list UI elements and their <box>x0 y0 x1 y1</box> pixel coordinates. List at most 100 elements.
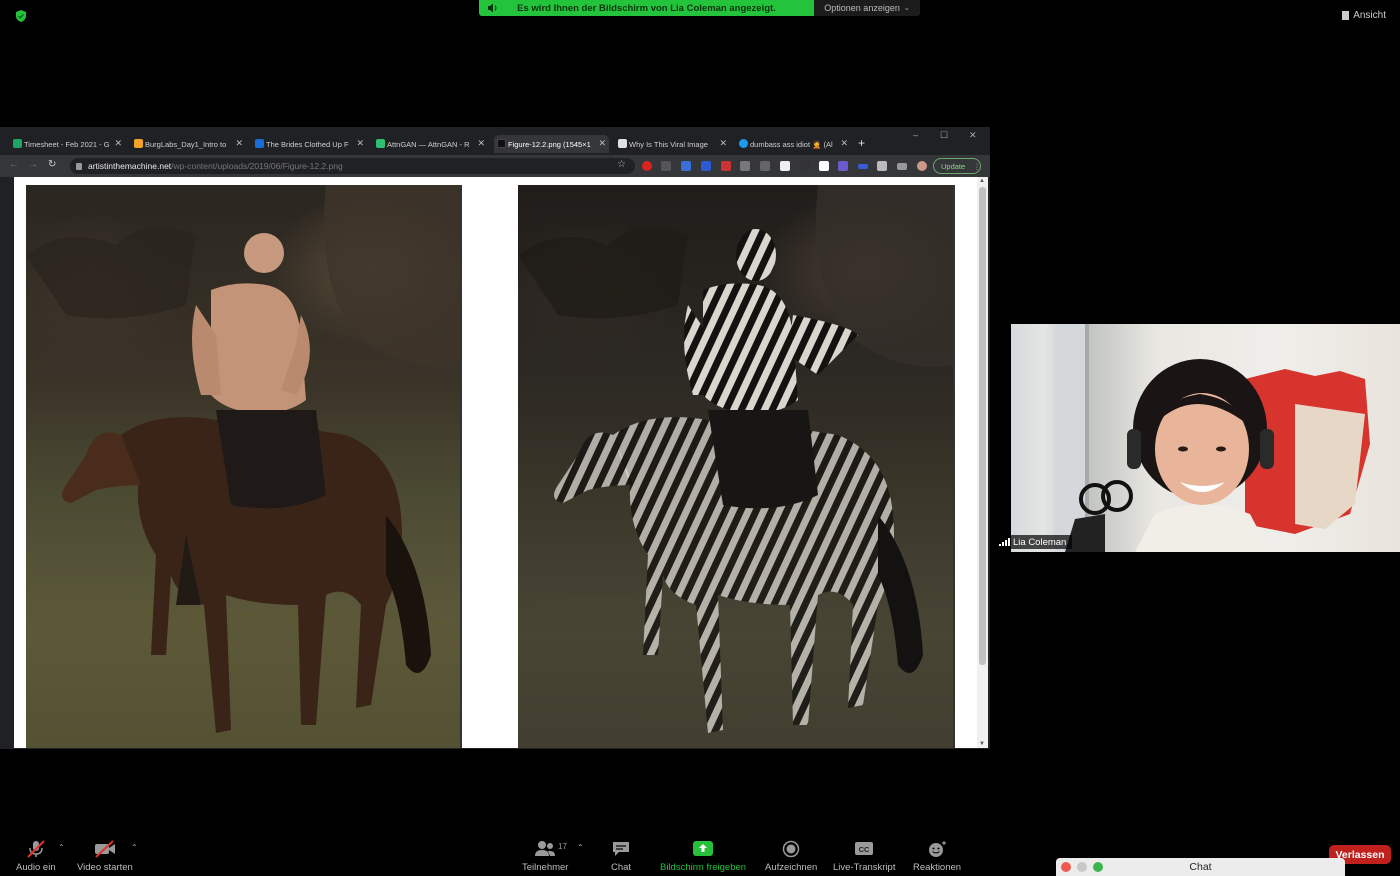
reactions-button[interactable]: Reaktionen <box>913 840 961 873</box>
record-button[interactable]: Aufzeichnen <box>765 840 817 873</box>
view-label: Ansicht <box>1353 10 1386 21</box>
video-options-caret-icon[interactable]: ⌃ <box>131 843 138 852</box>
close-window-icon[interactable]: ✕ <box>969 130 977 141</box>
zoom-window-dot-icon[interactable] <box>1093 862 1103 872</box>
browser-tab-active[interactable]: Figure-12.2.png (1545×1 ✕ <box>494 135 609 153</box>
extension-icon[interactable] <box>681 161 691 171</box>
shared-browser-window: Timesheet - Feb 2021 - G ✕ BurgLabs_Day1… <box>0 127 990 749</box>
audio-button[interactable]: Audio ein <box>16 840 56 873</box>
extension-icon[interactable] <box>819 161 829 171</box>
chat-window-title: Chat <box>1189 861 1212 873</box>
close-tab-icon[interactable]: ✕ <box>840 138 848 149</box>
address-bar[interactable]: artistinthemachine.net /wp-content/uploa… <box>70 158 635 174</box>
browser-tab[interactable]: dumbass ass idiot 🤦 (Al ✕ <box>736 135 851 153</box>
maximize-icon[interactable]: ☐ <box>940 130 948 141</box>
image-viewer-page <box>14 177 977 748</box>
camera-off-icon <box>94 840 115 858</box>
view-options-button[interactable]: Optionen anzeigen ⌄ <box>814 0 920 16</box>
replicate-favicon-icon <box>376 139 385 148</box>
screen-share-banner: Es wird Ihnen der Bildschirm von Lia Col… <box>479 0 920 16</box>
update-button[interactable]: Update ⋮ <box>933 158 981 174</box>
view-button[interactable]: Ansicht <box>1342 10 1386 21</box>
extension-icon[interactable] <box>760 161 770 171</box>
record-label: Aufzeichnen <box>765 862 818 873</box>
participant-video-illustration <box>1055 324 1370 552</box>
signal-strength-icon <box>999 538 1010 546</box>
mic-muted-icon <box>27 840 45 858</box>
scroll-down-icon[interactable]: ▼ <box>979 741 985 747</box>
view-icon <box>1342 11 1350 20</box>
minimize-window-dot-icon[interactable] <box>1077 862 1087 872</box>
chat-button[interactable]: Chat <box>611 840 631 873</box>
twitter-favicon-icon <box>739 139 748 148</box>
puzzle-extensions-icon[interactable] <box>877 161 887 171</box>
close-tab-icon[interactable]: ✕ <box>114 138 122 149</box>
view-options-label: Optionen anzeigen <box>824 3 900 13</box>
share-screen-button[interactable]: Bildschirm freigeben <box>660 840 746 873</box>
page-scrollbar[interactable]: ▲ ▼ <box>977 177 988 748</box>
url-path: /wp-content/uploads/2019/06/Figure-12.2.… <box>171 161 343 171</box>
extension-icon[interactable] <box>858 164 868 169</box>
close-tab-icon[interactable]: ✕ <box>235 138 243 149</box>
reactions-label: Reaktionen <box>913 862 962 873</box>
share-banner-message: Es wird Ihnen der Bildschirm von Lia Col… <box>479 0 814 16</box>
extension-icon[interactable] <box>721 161 731 171</box>
close-tab-icon[interactable]: ✕ <box>719 138 727 149</box>
video-button[interactable]: Video starten <box>77 840 133 873</box>
close-window-dot-icon[interactable] <box>1061 862 1071 872</box>
profile-avatar-icon[interactable] <box>917 161 927 171</box>
participant-name-label: Lia Coleman <box>995 535 1073 549</box>
extension-icon[interactable] <box>701 161 711 171</box>
rider-on-horse-illustration <box>26 185 460 748</box>
live-transcript-button[interactable]: CC Live-Transkript <box>833 840 895 873</box>
bookmark-star-icon[interactable]: ☆ <box>617 159 626 170</box>
update-label: Update <box>941 161 966 171</box>
speaker-icon <box>488 3 497 13</box>
share-banner-text: Es wird Ihnen der Bildschirm von Lia Col… <box>517 2 776 14</box>
forward-icon[interactable]: → <box>28 159 38 170</box>
original-photo <box>26 185 462 748</box>
zebra-transformed-photo <box>518 185 955 748</box>
chat-label: Chat <box>611 862 632 873</box>
share-screen-label: Bildschirm freigeben <box>660 862 747 873</box>
browser-tab[interactable]: The Brides Clothed Up F ✕ <box>252 135 367 153</box>
extension-icon[interactable] <box>642 161 652 171</box>
image-favicon-icon <box>497 139 506 148</box>
browser-tab-strip: Timesheet - Feb 2021 - G ✕ BurgLabs_Day1… <box>0 130 990 153</box>
minimize-icon[interactable]: – <box>913 130 918 140</box>
participants-count: 17 <box>558 842 567 851</box>
live-transcript-label: Live-Transkript <box>833 862 896 873</box>
security-shield-icon[interactable] <box>14 9 28 23</box>
scroll-up-icon[interactable]: ▲ <box>979 178 985 184</box>
close-tab-icon[interactable]: ✕ <box>598 138 606 149</box>
back-icon[interactable]: ← <box>9 159 19 170</box>
browser-tab[interactable]: BurgLabs_Day1_Intro to ✕ <box>131 135 246 153</box>
tab-title: Timesheet - Feb 2021 - G <box>24 139 110 149</box>
extension-icon[interactable] <box>661 161 671 171</box>
scroll-thumb[interactable] <box>979 187 986 665</box>
more-menu-icon: ⋮ <box>973 161 981 171</box>
extension-icon[interactable] <box>740 161 750 171</box>
chevron-down-icon: ⌄ <box>903 5 910 12</box>
extension-icon[interactable] <box>800 161 810 171</box>
audio-options-caret-icon[interactable]: ⌃ <box>58 843 65 852</box>
chat-window-titlebar[interactable]: Chat <box>1056 858 1345 876</box>
participants-options-caret-icon[interactable]: ⌃ <box>577 843 584 852</box>
tab-title: dumbass ass idiot 🤦 (Al <box>750 139 833 149</box>
browser-tab[interactable]: Why Is This Viral Image ✕ <box>615 135 730 153</box>
browser-toolbar: ← → ↻ artistinthemachine.net /wp-content… <box>0 155 990 177</box>
sheets-favicon-icon <box>13 139 22 148</box>
reading-list-icon[interactable] <box>897 163 907 170</box>
tab-title: BurgLabs_Day1_Intro to <box>145 139 227 149</box>
extension-icon[interactable] <box>838 161 848 171</box>
browser-tab[interactable]: Timesheet - Feb 2021 - G ✕ <box>10 135 125 153</box>
reload-icon[interactable]: ↻ <box>48 159 56 170</box>
participant-video-tile[interactable]: Lia Coleman <box>995 324 1400 552</box>
page-favicon-icon <box>618 139 627 148</box>
browser-tab[interactable]: AttnGAN — AttnGAN - R ✕ <box>373 135 488 153</box>
close-tab-icon[interactable]: ✕ <box>477 138 485 149</box>
new-tab-icon[interactable]: + <box>858 136 865 150</box>
extension-icon[interactable] <box>780 161 790 171</box>
close-tab-icon[interactable]: ✕ <box>356 138 364 149</box>
closed-captions-icon: CC <box>855 842 874 855</box>
